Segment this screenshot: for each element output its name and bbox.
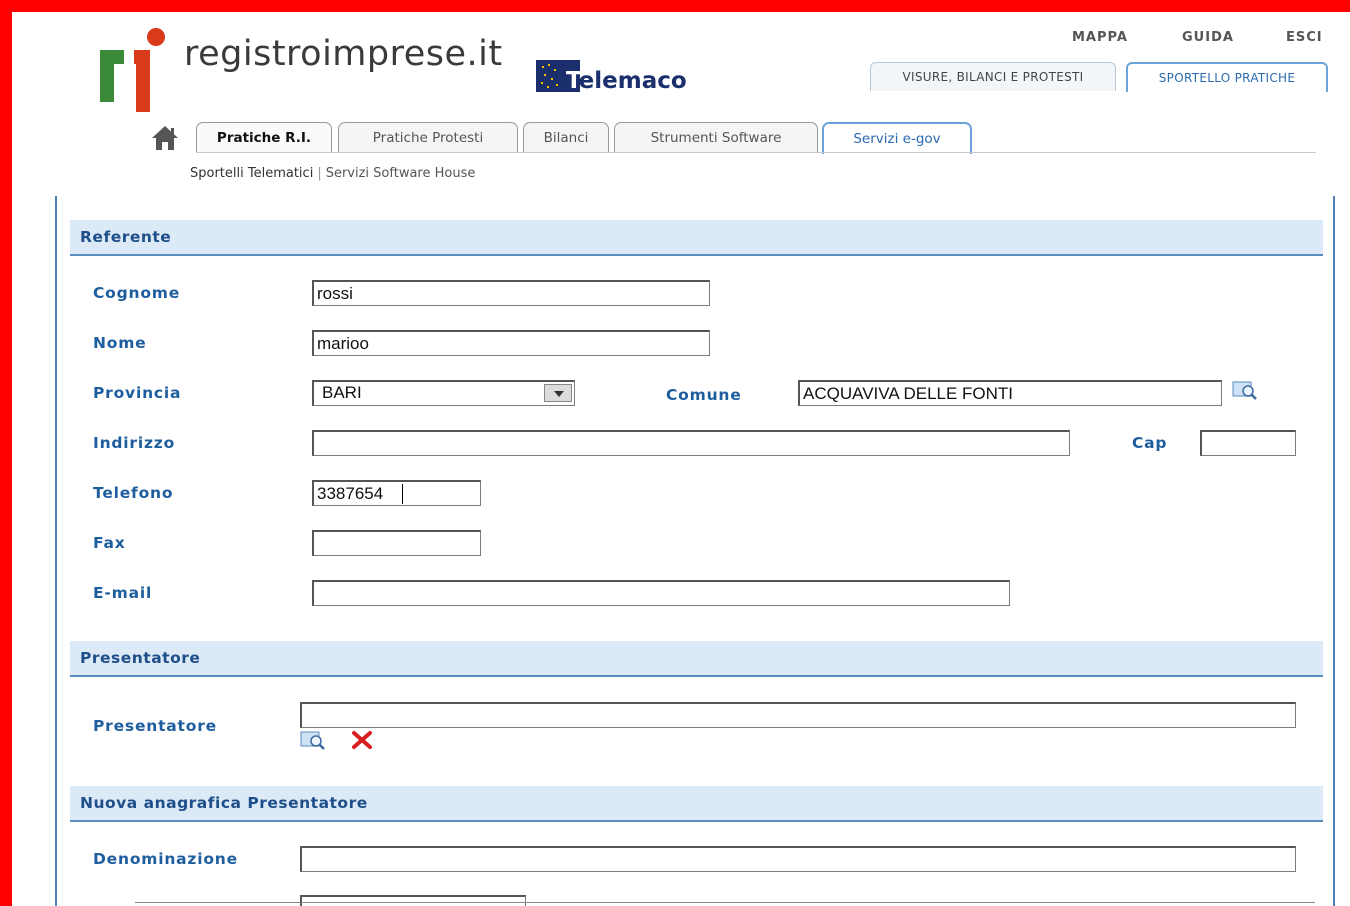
section-presentatore: Presentatore [70,641,1323,677]
red-frame-left [0,0,12,906]
subnav: Sportelli Telematici | Servizi Software Ho… [190,166,475,181]
label-nome: Nome [93,334,147,352]
tab-pratiche-ri[interactable]: Pratiche R.I. [196,122,332,153]
comune-input[interactable] [798,380,1222,406]
subnav-separator: | [317,166,322,181]
fax-input[interactable] [312,530,481,556]
label-indirizzo: Indirizzo [93,434,176,452]
subnav-servizi-software-house[interactable]: Servizi Software House [326,166,476,181]
tab-strumenti-software[interactable]: Strumenti Software [614,122,818,153]
comune-search-icon[interactable] [1232,380,1258,400]
presentatore-search-icon[interactable] [300,730,326,750]
email-input[interactable] [312,580,1010,606]
label-fax: Fax [93,534,126,552]
label-provincia: Provincia [93,384,182,402]
telemaco-initial: T [566,68,579,94]
registroimprese-logo-icon [100,28,165,112]
red-frame-top [0,0,1350,12]
tab-servizi-egov[interactable]: Servizi e-gov [822,122,972,154]
label-presentatore: Presentatore [93,717,217,735]
telemaco-name: elemaco [578,68,687,94]
content-border-left [55,196,57,906]
section-title: Nuova anagrafica Presentatore [80,794,368,812]
section-title: Referente [80,228,172,246]
tab-bilanci[interactable]: Bilanci [523,122,609,153]
link-guida[interactable]: GUIDA [1182,30,1234,45]
label-email: E-mail [93,584,153,602]
presentatore-input[interactable] [300,702,1296,728]
provincia-select[interactable]: BARI [312,380,575,406]
delete-icon[interactable] [350,730,376,750]
section-referente: Referente [70,220,1323,256]
bottom-divider [135,902,1315,903]
text-cursor [402,484,403,504]
tab-visure-bilanci-protesti[interactable]: VISURE, BILANCI E PROTESTI [870,62,1116,91]
label-telefono: Telefono [93,484,174,502]
section-title: Presentatore [80,649,201,667]
next-field-partial[interactable] [300,895,526,906]
denominazione-input[interactable] [300,846,1296,872]
indirizzo-input[interactable] [312,430,1070,456]
site-name: registroimprese.it [184,34,503,74]
content-border-right [1333,196,1335,906]
section-nuova-anagrafica-presentatore: Nuova anagrafica Presentatore [70,786,1323,822]
link-mappa[interactable]: MAPPA [1072,30,1128,45]
provincia-selected-value: BARI [322,383,362,402]
home-icon[interactable] [150,124,180,152]
nome-input[interactable] [312,330,710,356]
label-comune: Comune [666,386,742,404]
subnav-sportelli-telematici[interactable]: Sportelli Telematici [190,166,313,181]
link-esci[interactable]: ESCI [1286,30,1323,45]
telefono-input[interactable] [312,480,481,506]
cap-input[interactable] [1200,430,1296,456]
dropdown-arrow-icon[interactable] [544,384,572,402]
label-cap: Cap [1132,434,1168,452]
label-denominazione: Denominazione [93,850,238,868]
label-cognome: Cognome [93,284,181,302]
tab-sportello-pratiche[interactable]: SPORTELLO PRATICHE [1126,62,1328,92]
cognome-input[interactable] [312,280,710,306]
nav-underline [196,152,1316,153]
tab-pratiche-protesti[interactable]: Pratiche Protesti [338,122,518,153]
